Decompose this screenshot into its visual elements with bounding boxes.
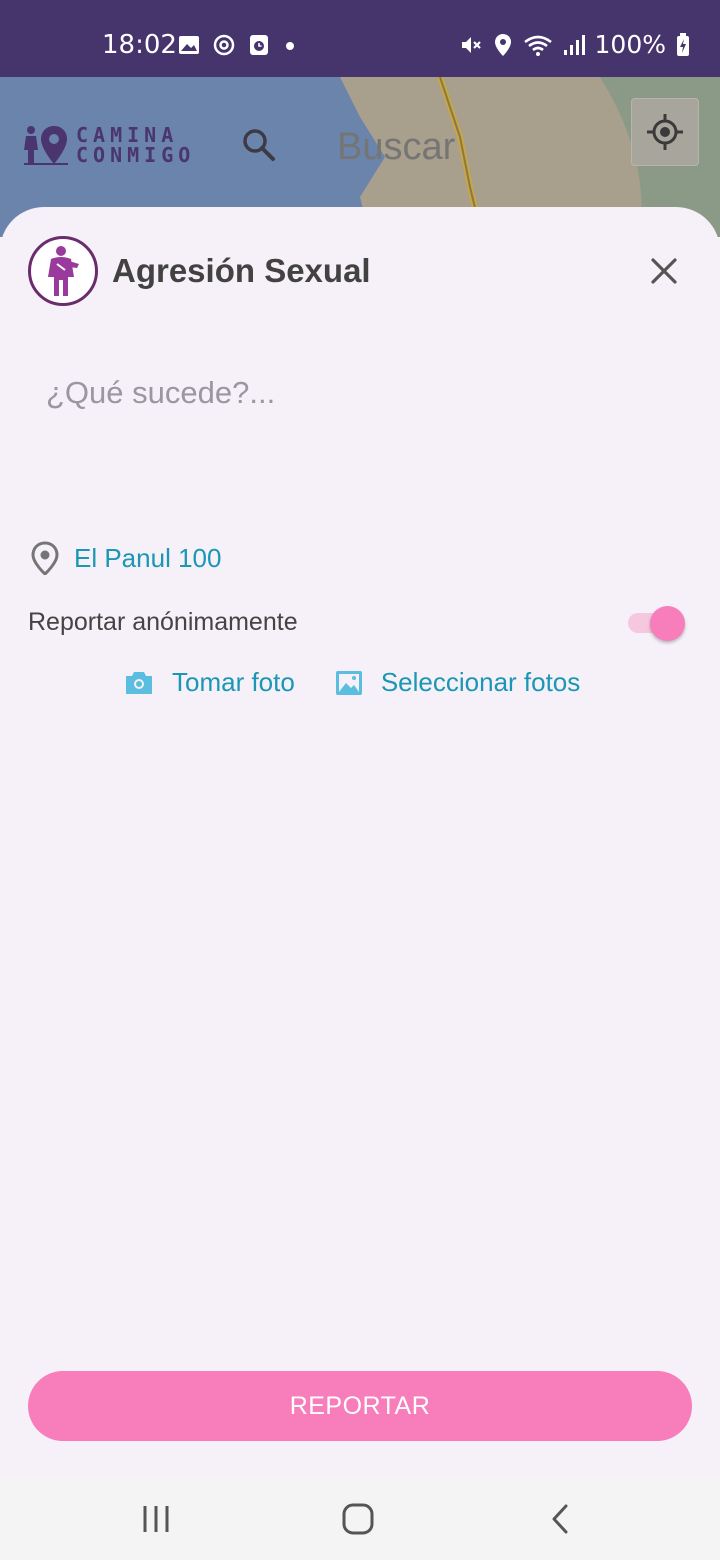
system-nav-bar xyxy=(0,1477,720,1560)
select-photos-button[interactable]: Seleccionar fotos xyxy=(335,667,580,698)
wifi-icon xyxy=(523,35,552,56)
home-icon xyxy=(342,1503,374,1535)
search-icon xyxy=(243,129,275,161)
clock-app-icon xyxy=(250,35,268,55)
anonymous-row: Reportar anónimamente xyxy=(28,606,688,641)
status-left-icons xyxy=(178,33,298,57)
app-logo: CAMINA CONMIGO xyxy=(22,124,195,166)
category-avatar xyxy=(28,236,98,306)
dot-icon xyxy=(286,42,294,50)
camera-icon xyxy=(126,671,152,694)
take-photo-label: Tomar foto xyxy=(172,667,295,697)
back-icon xyxy=(552,1504,568,1534)
location-row[interactable]: El Panul 100 xyxy=(30,541,221,575)
status-right: 100% xyxy=(459,30,690,59)
recent-apps-icon xyxy=(143,1506,169,1532)
screen: 18:02 100% CAMINA CONMIGO Buscar Agresió… xyxy=(0,0,720,1560)
sheet-header: Agresión Sexual xyxy=(28,236,371,306)
anonymous-toggle[interactable] xyxy=(628,606,688,641)
close-button[interactable] xyxy=(648,255,680,287)
location-pin-icon xyxy=(31,541,59,575)
close-icon xyxy=(651,258,677,284)
report-sheet: Agresión Sexual El Panul 100 Reportar an… xyxy=(0,207,720,1477)
sheet-title: Agresión Sexual xyxy=(112,252,371,289)
anonymous-label: Reportar anónimamente xyxy=(28,608,298,636)
take-photo-button[interactable]: Tomar foto xyxy=(124,667,295,698)
status-bar: 18:02 100% xyxy=(0,0,720,77)
woman-location-icon xyxy=(24,126,68,165)
mute-icon xyxy=(461,36,481,53)
location-icon xyxy=(494,33,511,56)
sync-icon xyxy=(213,34,235,56)
image-icon xyxy=(179,36,199,54)
brand-line-1: CAMINA xyxy=(76,123,179,147)
my-location-button[interactable] xyxy=(631,98,699,166)
battery-percent: 100% xyxy=(594,30,666,59)
location-text[interactable]: El Panul 100 xyxy=(74,543,221,574)
toggle-thumb xyxy=(650,606,685,641)
battery-charging-icon xyxy=(677,32,689,56)
report-button[interactable]: REPORTAR xyxy=(28,1371,692,1441)
photo-actions: Tomar foto Seleccionar fotos xyxy=(124,667,580,698)
recent-apps-button[interactable] xyxy=(136,1501,176,1537)
signal-icon xyxy=(563,34,585,55)
back-button[interactable] xyxy=(542,1501,582,1537)
brand-line-2: CONMIGO xyxy=(76,143,196,167)
sexual-assault-icon xyxy=(48,246,79,296)
home-button[interactable] xyxy=(338,1501,378,1537)
description-input[interactable] xyxy=(46,375,666,495)
gallery-icon xyxy=(335,670,362,695)
search-button[interactable] xyxy=(240,126,278,169)
search-input[interactable] xyxy=(337,126,587,169)
status-time: 18:02 xyxy=(102,30,177,60)
select-photos-label: Seleccionar fotos xyxy=(380,667,581,697)
gps-target-icon xyxy=(647,114,683,150)
